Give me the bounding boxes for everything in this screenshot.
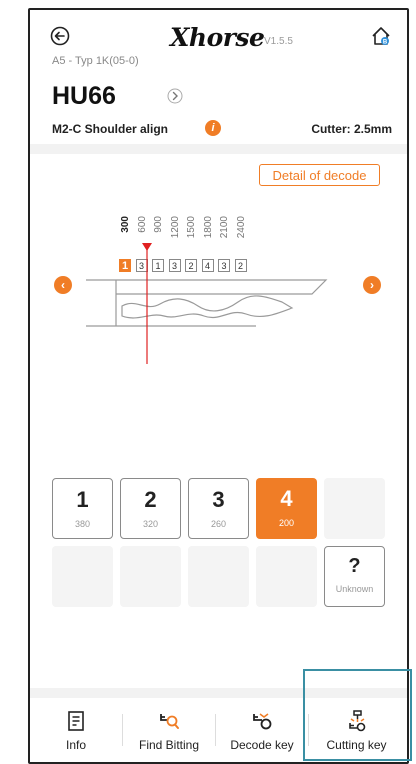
depth-option-4[interactable]: 4 200 [256, 478, 317, 539]
previous-cut-button[interactable]: ‹ [54, 276, 72, 294]
depth-label: 2100 [219, 216, 230, 239]
nav-decode-key[interactable]: Decode key [216, 700, 308, 760]
empty-slot [188, 546, 249, 607]
nav-find-bitting[interactable]: Find Bitting [123, 700, 215, 760]
key-spec: M2-C Shoulder align [52, 122, 169, 136]
home-icon[interactable]: B [370, 25, 392, 47]
info-icon[interactable]: i [205, 120, 221, 136]
key-model-title: HU66 [52, 82, 116, 110]
next-cut-button[interactable]: › [363, 276, 381, 294]
empty-slot [324, 478, 385, 539]
svg-text:B: B [383, 40, 388, 46]
decode-key-icon [253, 713, 272, 730]
depth-label: 900 [153, 216, 164, 233]
back-arrow-icon[interactable] [50, 26, 70, 46]
depth-option-unknown[interactable]: ? Unknown [324, 546, 385, 607]
depth-label: 300 [120, 216, 131, 233]
depth-option-2[interactable]: 2 320 [120, 478, 181, 539]
phone-frame: Xhorse V1.5.5 B A5 - Typ 1K(05-0) HU66 M… [28, 8, 409, 764]
depth-label: 1800 [202, 216, 214, 239]
depth-label: 1200 [169, 216, 181, 239]
depth-label: 1500 [186, 216, 197, 239]
empty-slot [120, 546, 181, 607]
empty-slot [256, 546, 317, 607]
top-bar: Xhorse V1.5.5 B [30, 10, 407, 60]
nav-info[interactable]: Info [30, 700, 122, 760]
depth-label: 600 [136, 216, 148, 233]
key-blade-diagram [86, 246, 328, 364]
depth-label: 2400 [235, 216, 247, 239]
cutter-size: Cutter: 2.5mm [311, 122, 392, 136]
cutting-key-highlight [303, 669, 412, 761]
app-version: V1.5.5 [264, 36, 293, 47]
document-icon [68, 711, 84, 731]
depth-option-3[interactable]: 3 260 [188, 478, 249, 539]
brand-logo: Xhorse [170, 23, 265, 52]
empty-slot [52, 546, 113, 607]
position-marker-icon [142, 243, 152, 251]
vehicle-subtitle: A5 - Typ 1K(05-0) [52, 55, 139, 67]
depth-option-1[interactable]: 1 380 [52, 478, 113, 539]
key-search-icon [160, 714, 179, 729]
spec-row: M2-C Shoulder align i Cutter: 2.5mm [52, 120, 392, 140]
detail-of-decode-button[interactable]: Detail of decode [259, 164, 380, 186]
chevron-right-icon[interactable] [167, 88, 183, 104]
section-divider [30, 144, 407, 154]
